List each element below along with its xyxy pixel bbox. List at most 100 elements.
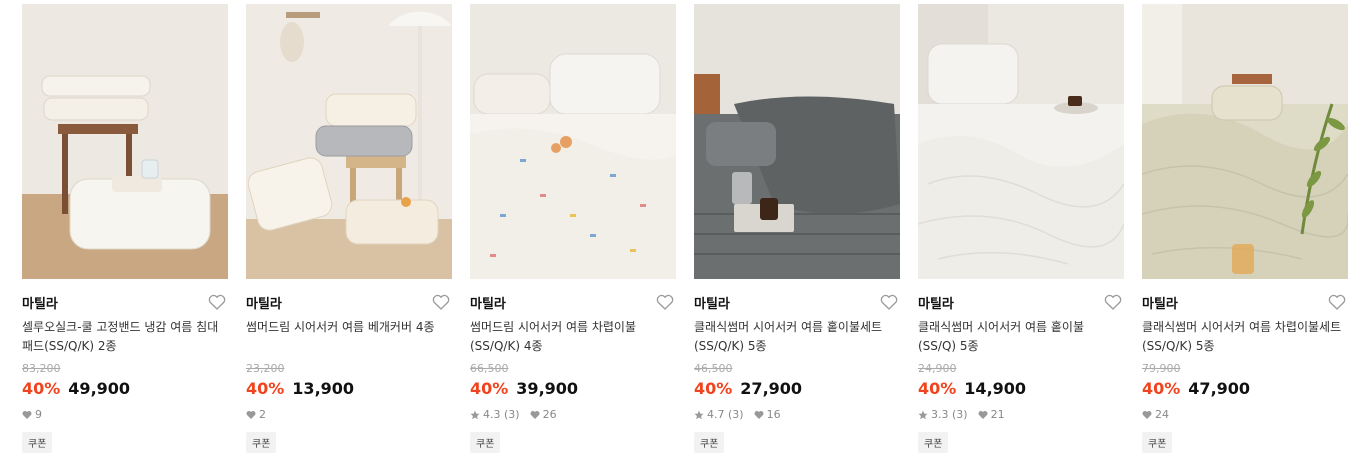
likes-count: 21 — [990, 408, 1005, 421]
heart-filled-icon — [530, 410, 540, 419]
heart-filled-icon — [978, 410, 988, 419]
heart-filled-icon — [1142, 410, 1152, 419]
product-card[interactable]: 마틸라 썸머드림 시어서커 여름 차렵이불(SS/Q/K) 4종 66,500 … — [470, 4, 676, 464]
product-image[interactable] — [694, 4, 900, 279]
discount-rate: 40% — [246, 379, 285, 398]
rating-group: 4.3 (3) — [470, 408, 520, 421]
rating-group: 4.7 (3) — [694, 408, 744, 421]
likes-group: 26 — [530, 408, 557, 421]
product-title[interactable]: 썸머드림 시어서커 여름 차렵이불(SS/Q/K) 4종 — [470, 318, 670, 356]
product-photo-sheet-set — [694, 4, 900, 279]
price-line: 40% 39,900 — [470, 379, 578, 398]
original-price: 79,900 — [1142, 362, 1181, 375]
likes-group: 9 — [22, 408, 42, 421]
rating-group: 3.3 (3) — [918, 408, 968, 421]
likes-count: 24 — [1155, 408, 1169, 421]
likes-count: 26 — [542, 408, 557, 421]
sale-price: 13,900 — [292, 379, 355, 398]
product-meta: 2 — [246, 408, 276, 421]
original-price: 46,500 — [694, 362, 733, 375]
review-count: (3) — [952, 408, 968, 421]
sale-price: 49,900 — [68, 379, 131, 398]
likes-group: 2 — [246, 408, 266, 421]
brand-name[interactable]: 마틸라 — [918, 293, 954, 312]
star-icon — [470, 410, 480, 419]
original-price: 83,200 — [22, 362, 61, 375]
likes-count: 9 — [35, 408, 42, 421]
product-card[interactable]: 마틸라 클래식썸머 시어서커 여름 홑이불(SS/Q) 5종 24,900 40… — [918, 4, 1124, 464]
brand-name[interactable]: 마틸라 — [470, 293, 506, 312]
product-image[interactable] — [246, 4, 452, 279]
brand-name[interactable]: 마틸라 — [246, 293, 282, 312]
sale-price: 14,900 — [964, 379, 1027, 398]
discount-rate: 40% — [1142, 379, 1181, 398]
product-title[interactable]: 클래식썸머 시어서커 여름 차렵이불세트(SS/Q/K) 5종 — [1142, 318, 1342, 356]
review-count: (3) — [728, 408, 744, 421]
coupon-badge: 쿠폰 — [470, 432, 501, 453]
product-card[interactable]: 마틸라 클래식썸머 시어서커 여름 홑이불세트(SS/Q/K) 5종 46,50… — [694, 4, 900, 464]
heart-outline-icon[interactable] — [1328, 294, 1346, 310]
coupon-badge: 쿠폰 — [918, 432, 949, 453]
product-title[interactable]: 썸머드림 시어서커 여름 베개커버 4종 — [246, 318, 446, 337]
brand-name[interactable]: 마틸라 — [1142, 293, 1178, 312]
star-icon — [694, 410, 704, 419]
product-photo-pillow-covers — [246, 4, 452, 279]
product-title[interactable]: 클래식썸머 시어서커 여름 홑이불(SS/Q) 5종 — [918, 318, 1118, 356]
heart-outline-icon[interactable] — [656, 294, 674, 310]
rating-value: 3.3 — [931, 408, 949, 421]
likes-count: 16 — [766, 408, 781, 421]
price-line: 40% 49,900 — [22, 379, 130, 398]
product-meta: 4.7 (3) 16 — [694, 408, 791, 421]
product-photo-mattress-pad — [22, 4, 228, 279]
price-line: 40% 47,900 — [1142, 379, 1250, 398]
coupon-badge: 쿠폰 — [694, 432, 725, 453]
review-count: (3) — [504, 408, 520, 421]
product-image[interactable] — [470, 4, 676, 279]
heart-filled-icon — [246, 410, 256, 419]
price-line: 40% 13,900 — [246, 379, 354, 398]
product-meta: 3.3 (3) 21 — [918, 408, 1015, 421]
original-price: 66,500 — [470, 362, 509, 375]
product-card[interactable]: 마틸라 셀루오실크-쿨 고정밴드 냉감 여름 침대패드(SS/Q/K) 2종 8… — [22, 4, 228, 464]
brand-name[interactable]: 마틸라 — [22, 293, 58, 312]
likes-group: 21 — [978, 408, 1005, 421]
discount-rate: 40% — [918, 379, 957, 398]
product-image[interactable] — [22, 4, 228, 279]
product-meta: 9 — [22, 408, 52, 421]
product-image[interactable] — [918, 4, 1124, 279]
original-price: 24,900 — [918, 362, 957, 375]
discount-rate: 40% — [694, 379, 733, 398]
star-icon — [918, 410, 928, 419]
heart-outline-icon[interactable] — [880, 294, 898, 310]
product-card[interactable]: 마틸라 썸머드림 시어서커 여름 베개커버 4종 23,200 40% 13,90… — [246, 4, 452, 464]
price-line: 40% 27,900 — [694, 379, 802, 398]
sale-price: 39,900 — [516, 379, 579, 398]
product-title[interactable]: 클래식썸머 시어서커 여름 홑이불세트(SS/Q/K) 5종 — [694, 318, 894, 356]
product-meta: 24 — [1142, 408, 1179, 421]
rating-value: 4.7 — [707, 408, 725, 421]
product-title[interactable]: 셀루오실크-쿨 고정밴드 냉감 여름 침대패드(SS/Q/K) 2종 — [22, 318, 222, 356]
sale-price: 27,900 — [740, 379, 803, 398]
product-image[interactable] — [1142, 4, 1348, 279]
likes-group: 24 — [1142, 408, 1169, 421]
likes-count: 2 — [259, 408, 266, 421]
product-photo-comforter-set — [1142, 4, 1348, 279]
sale-price: 47,900 — [1188, 379, 1251, 398]
product-card[interactable]: 마틸라 클래식썸머 시어서커 여름 차렵이불세트(SS/Q/K) 5종 79,9… — [1142, 4, 1348, 464]
original-price: 23,200 — [246, 362, 285, 375]
heart-outline-icon[interactable] — [1104, 294, 1122, 310]
product-grid: 마틸라 셀루오실크-쿨 고정밴드 냉감 여름 침대패드(SS/Q/K) 2종 8… — [0, 0, 1355, 467]
heart-outline-icon[interactable] — [432, 294, 450, 310]
coupon-badge: 쿠폰 — [1142, 432, 1173, 453]
heart-filled-icon — [22, 410, 32, 419]
heart-filled-icon — [754, 410, 764, 419]
discount-rate: 40% — [470, 379, 509, 398]
coupon-badge: 쿠폰 — [22, 432, 53, 453]
product-photo-sheet — [918, 4, 1124, 279]
heart-outline-icon[interactable] — [208, 294, 226, 310]
product-meta: 4.3 (3) 26 — [470, 408, 567, 421]
rating-value: 4.3 — [483, 408, 501, 421]
brand-name[interactable]: 마틸라 — [694, 293, 730, 312]
coupon-badge: 쿠폰 — [246, 432, 277, 453]
likes-group: 16 — [754, 408, 781, 421]
